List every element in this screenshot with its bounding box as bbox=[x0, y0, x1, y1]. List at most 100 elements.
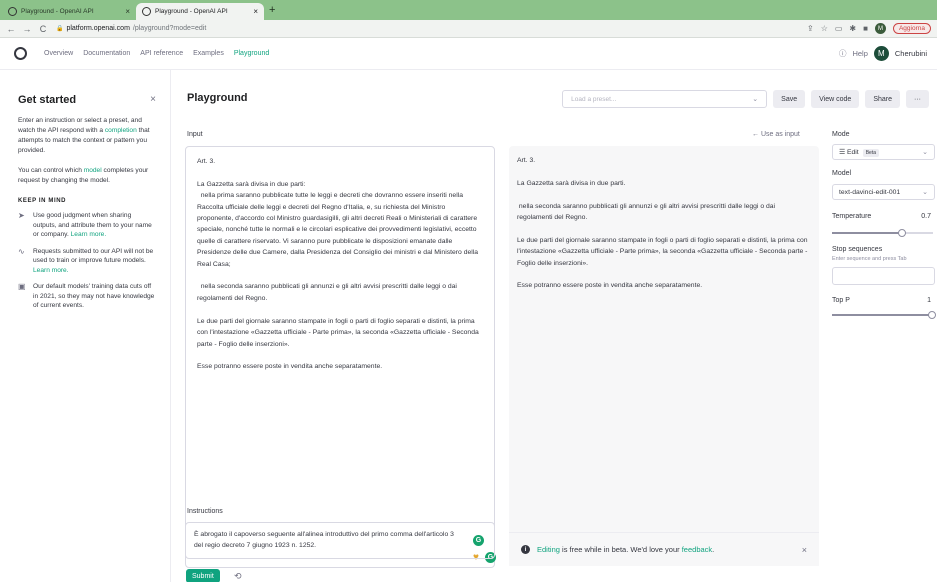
close-icon[interactable]: × bbox=[150, 94, 156, 106]
update-button[interactable]: Aggiorna bbox=[892, 23, 931, 34]
reading-list-icon[interactable]: ▭ bbox=[835, 24, 843, 33]
close-tab-icon[interactable]: × bbox=[253, 7, 258, 16]
notice-mid: is free while in beta. We'd love your bbox=[559, 545, 682, 554]
bookmark-star-icon[interactable]: ☆ bbox=[821, 24, 828, 33]
paper-plane-icon: ➤ bbox=[18, 211, 25, 220]
mode-value: Edit bbox=[846, 149, 859, 156]
completion-link[interactable]: completion bbox=[105, 127, 137, 134]
output-paragraph: Le due parti del giornale saranno stampa… bbox=[517, 236, 810, 267]
input-paragraph: Le due parti del giornale saranno stampa… bbox=[197, 317, 481, 348]
tip-item: ▣ Our default models' training data cuts… bbox=[18, 282, 156, 311]
close-notice-icon[interactable]: × bbox=[802, 545, 807, 555]
url-path: /playground?mode=edit bbox=[132, 25, 207, 32]
sidebar-control: You can control which model completes yo… bbox=[18, 166, 156, 186]
top-p-slider[interactable] bbox=[832, 311, 936, 319]
mode-label: Mode bbox=[832, 131, 850, 138]
user-name[interactable]: Cherubini bbox=[895, 49, 927, 58]
temperature-value[interactable]: 0.7 bbox=[921, 213, 931, 220]
preset-select[interactable]: Load a preset... ⌄ bbox=[562, 90, 768, 108]
reload-icon[interactable]: C bbox=[38, 24, 48, 34]
openai-logo-icon[interactable] bbox=[14, 47, 27, 60]
activity-icon: ∿ bbox=[18, 246, 25, 256]
browser-tab-1[interactable]: Playground - OpenAI API × bbox=[2, 3, 136, 20]
feedback-link[interactable]: feedback bbox=[682, 545, 712, 554]
help-icon[interactable]: ⓘ bbox=[839, 48, 847, 59]
tab-title: Playground - OpenAI API bbox=[21, 8, 94, 15]
input-paragraph: Art. 3. bbox=[197, 158, 216, 165]
input-paragraph: La Gazzetta sarà divisa in due parti: ne… bbox=[197, 180, 479, 268]
top-nav: Overview Documentation API reference Exa… bbox=[44, 50, 269, 57]
model-select[interactable]: text-davinci-edit-001 ⌄ bbox=[832, 184, 935, 200]
playground-main: Playground Load a preset... ⌄ Save View … bbox=[171, 70, 937, 582]
extensions-icon[interactable]: ✱ bbox=[849, 24, 856, 33]
model-value: text-davinci-edit-001 bbox=[839, 188, 901, 196]
url-domain: platform.openai.com bbox=[66, 25, 130, 32]
model-label: Model bbox=[832, 170, 852, 177]
nav-overview[interactable]: Overview bbox=[44, 50, 73, 57]
get-started-sidebar: Get started × Enter an instruction or se… bbox=[0, 70, 171, 582]
notice-end: . bbox=[712, 545, 715, 554]
chevron-down-icon: ⌄ bbox=[752, 96, 759, 103]
editing-link[interactable]: Editing bbox=[537, 545, 560, 554]
temperature-label: Temperature bbox=[832, 213, 872, 220]
stop-sequences-label: Stop sequences bbox=[832, 246, 883, 253]
tip-item: ➤ Use good judgment when sharing outputs… bbox=[18, 211, 156, 240]
profile-avatar[interactable]: M bbox=[874, 23, 886, 34]
slider-knob[interactable] bbox=[897, 229, 906, 237]
output-paragraph: nella seconda saranno pubblicati gli ann… bbox=[517, 202, 777, 222]
openai-favicon-icon bbox=[142, 7, 151, 16]
input-paragraph: Esse potranno essere poste in vendita an… bbox=[197, 363, 383, 371]
help-link[interactable]: Help bbox=[852, 49, 867, 58]
calendar-icon: ▣ bbox=[18, 282, 26, 291]
temperature-slider[interactable] bbox=[832, 229, 933, 237]
slider-knob[interactable] bbox=[928, 311, 936, 319]
chevron-down-icon: ⌄ bbox=[922, 189, 928, 196]
close-tab-icon[interactable]: × bbox=[125, 7, 130, 16]
tip-item: ∿ Requests submitted to our API will not… bbox=[18, 247, 156, 276]
new-tab-icon[interactable]: + bbox=[269, 4, 275, 16]
info-icon: i bbox=[521, 545, 530, 554]
stop-sequences-input[interactable] bbox=[832, 267, 935, 285]
keep-in-mind-heading: KEEP IN MIND bbox=[18, 198, 67, 204]
tip-text: Our default models' training data cuts o… bbox=[33, 283, 155, 309]
app-header: Overview Documentation API reference Exa… bbox=[0, 38, 937, 70]
back-icon[interactable]: ← bbox=[6, 24, 16, 34]
top-p-value[interactable]: 1 bbox=[927, 297, 931, 304]
sidepanel-icon[interactable]: ■ bbox=[863, 24, 868, 33]
forward-icon[interactable]: → bbox=[22, 24, 32, 34]
learn-more-link[interactable]: Learn more. bbox=[33, 267, 69, 274]
submit-button[interactable]: Submit bbox=[186, 569, 220, 582]
beta-badge: Beta bbox=[862, 149, 879, 157]
instructions-text: È abrogato il capoverso seguente all'ali… bbox=[194, 531, 454, 550]
slider-fill bbox=[832, 314, 933, 316]
url-field[interactable]: 🔒 platform.openai.com/playground?mode=ed… bbox=[56, 25, 206, 32]
browser-tab-bar: Playground - OpenAI API × Playground - O… bbox=[0, 0, 937, 20]
save-button[interactable]: Save bbox=[773, 90, 806, 108]
mode-select[interactable]: ☰ Edit Beta ⌄ bbox=[832, 144, 935, 160]
slider-fill bbox=[832, 232, 903, 234]
nav-api-reference[interactable]: API reference bbox=[140, 50, 183, 57]
nav-examples[interactable]: Examples bbox=[193, 50, 224, 57]
edit-mode-icon: ☰ bbox=[839, 149, 847, 156]
share-icon[interactable]: ⇪ bbox=[807, 24, 814, 33]
chevron-down-icon: ⌄ bbox=[922, 149, 928, 156]
settings-panel: Mode ☰ Edit Beta ⌄ Model text-davinci-edi… bbox=[830, 70, 937, 582]
user-avatar[interactable]: M bbox=[873, 46, 889, 61]
address-bar: ← → C 🔒 platform.openai.com/playground?m… bbox=[0, 20, 937, 38]
input-textarea[interactable]: Art. 3. La Gazzetta sarà divisa in due p… bbox=[185, 146, 496, 568]
nav-playground[interactable]: Playground bbox=[234, 50, 269, 57]
grammarly-icon[interactable]: G bbox=[473, 535, 484, 546]
learn-more-link[interactable]: Learn more. bbox=[71, 231, 107, 238]
page-title: Playground bbox=[187, 92, 248, 104]
openai-favicon-icon bbox=[8, 7, 17, 16]
history-icon[interactable]: ⟲ bbox=[234, 571, 242, 582]
nav-documentation[interactable]: Documentation bbox=[83, 50, 130, 57]
output-paragraph: La Gazzetta sarà divisa in due parti. bbox=[517, 179, 626, 187]
model-link[interactable]: model bbox=[84, 167, 102, 174]
instructions-textarea[interactable]: È abrogato il capoverso seguente all'ali… bbox=[185, 522, 495, 559]
tab-title: Playground - OpenAI API bbox=[155, 8, 228, 15]
stop-sequences-hint: Enter sequence and press Tab bbox=[832, 256, 907, 262]
use-as-input-button[interactable]: ← Use as input bbox=[752, 131, 800, 138]
browser-tab-2[interactable]: Playground - OpenAI API × bbox=[136, 3, 264, 20]
instructions-label: Instructions bbox=[187, 508, 223, 515]
